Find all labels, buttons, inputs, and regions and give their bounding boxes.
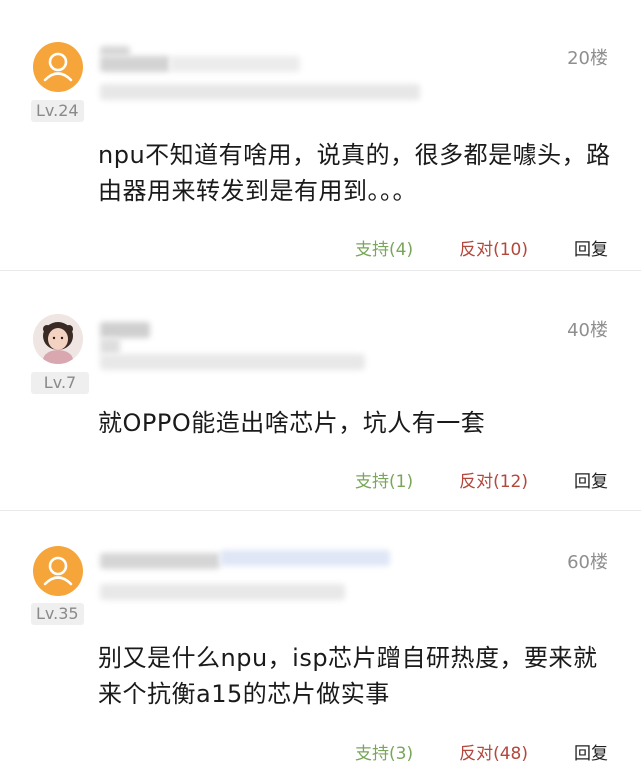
comment-text: 别又是什么npu，isp芯片蹭自研热度，要来就来个抗衡a15的芯片做实事: [98, 644, 598, 708]
reply-button[interactable]: 回复: [574, 739, 608, 764]
comment-actions: 支持(3) 反对(48) 回复: [309, 739, 608, 764]
floor-number: 60楼: [567, 552, 608, 573]
avatar[interactable]: [33, 546, 83, 596]
user-level-badge: Lv.35: [31, 603, 84, 625]
support-button[interactable]: 支持(3): [355, 739, 413, 764]
oppose-button[interactable]: 反对(48): [459, 739, 528, 764]
default-user-icon: [43, 556, 73, 586]
comment-item: Lv.35 60楼 别又是什么npu，isp芯片蹭自研热度，要来就来个抗衡a15…: [0, 0, 641, 779]
